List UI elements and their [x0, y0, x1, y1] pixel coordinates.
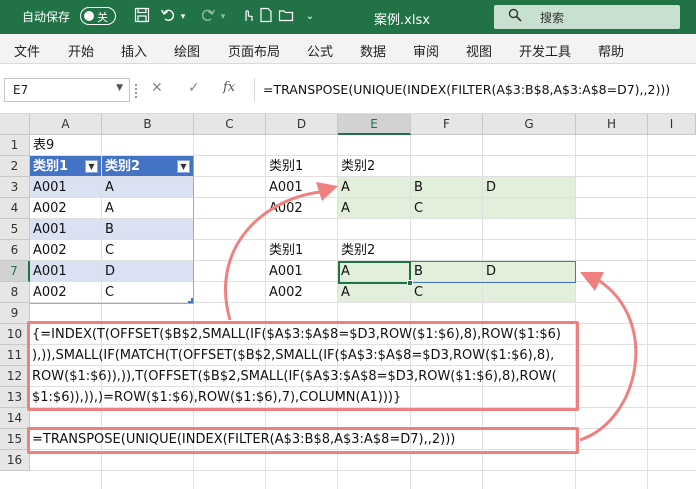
arrowhead-top	[316, 182, 338, 201]
arrow-to-top-result	[224, 190, 321, 321]
arrow-to-bottom-result	[579, 278, 638, 442]
annotation-arrows	[224, 182, 638, 442]
